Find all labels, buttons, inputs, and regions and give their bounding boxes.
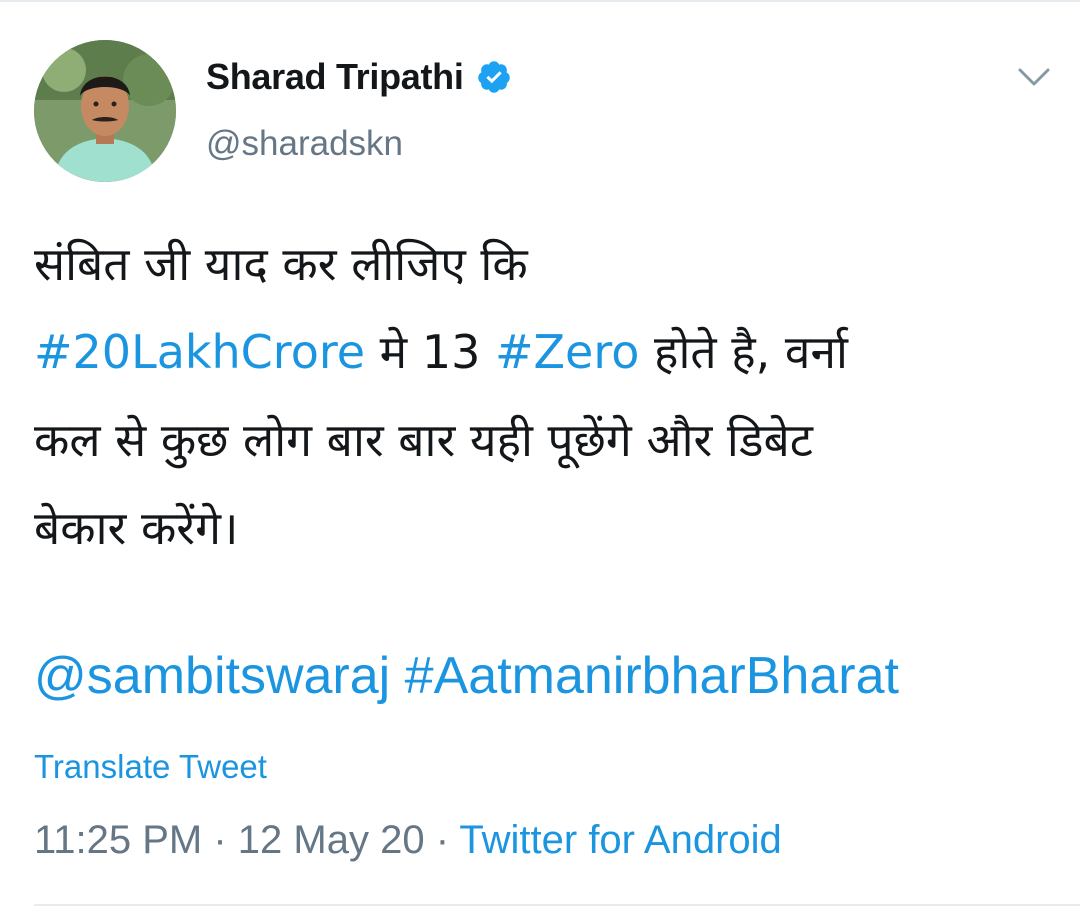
author-handle[interactable]: @sharadskn	[206, 124, 403, 164]
tweet-line-1: संबित जी याद कर लीजिए कि	[34, 237, 528, 291]
tweet-mentions-line: @sambitswaraj #AatmanirbharBharat	[34, 640, 899, 712]
tweet-time[interactable]: 11:25 PM	[34, 818, 202, 862]
top-divider	[0, 0, 1080, 2]
translate-tweet-link[interactable]: Translate Tweet	[34, 748, 267, 786]
display-name[interactable]: Sharad Tripathi	[206, 56, 464, 98]
hashtag-20lakhcrore-link[interactable]: #20LakhCrore	[34, 325, 365, 379]
hashtag-aatmanirbharbharat-link[interactable]: #AatmanirbharBharat	[405, 647, 899, 705]
tweet-line-2-text-a: मे 13	[365, 325, 495, 379]
tweet-line-3: कल से कुछ लोग बार बार यही पूछेंगे और डिब…	[34, 413, 813, 467]
avatar[interactable]	[34, 40, 176, 182]
tweet-source-link[interactable]: Twitter for Android	[459, 818, 781, 862]
meta-separator: ·	[202, 818, 238, 862]
bottom-divider	[34, 904, 1080, 906]
tweet-line-2-text-b: होते है, वर्ना	[639, 325, 848, 379]
author-name-row[interactable]: Sharad Tripathi	[206, 56, 512, 98]
mention-sambitswaraj-link[interactable]: @sambitswaraj	[34, 647, 390, 705]
tweet-text: संबित जी याद कर लीजिए कि #20LakhCrore मे…	[34, 220, 1054, 572]
tweet-date[interactable]: 12 May 20	[238, 818, 425, 862]
hashtag-zero-link[interactable]: #Zero	[495, 325, 639, 379]
meta-separator: ·	[424, 818, 460, 862]
tweet-meta: 11:25 PM · 12 May 20 · Twitter for Andro…	[34, 818, 782, 863]
chevron-down-icon[interactable]	[1014, 62, 1054, 92]
tweet-line-4: बेकार करेंगे।	[34, 501, 239, 555]
verified-badge-icon	[476, 59, 512, 95]
tweet-line-2: #20LakhCrore मे 13 #Zero होते है, वर्ना	[34, 308, 1054, 396]
